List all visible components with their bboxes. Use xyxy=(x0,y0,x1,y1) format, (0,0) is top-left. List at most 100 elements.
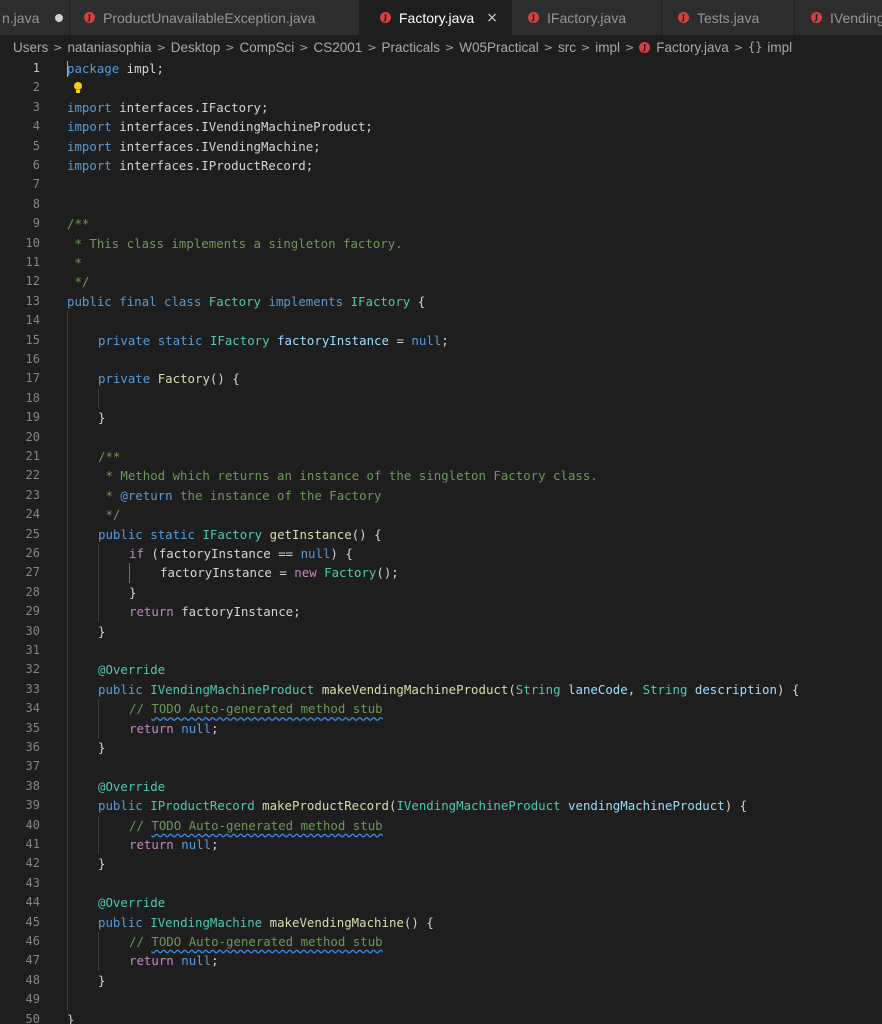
code-text[interactable]: */ xyxy=(98,505,120,524)
code-line-6: 6 import interfaces.IProductRecord; xyxy=(0,156,882,175)
code-text[interactable]: * Method which returns an instance of th… xyxy=(98,466,597,485)
code-line-25: 25 public static IFactory getInstance() … xyxy=(0,524,882,544)
code-text[interactable]: } xyxy=(98,971,105,990)
code-text[interactable]: } xyxy=(129,583,136,602)
breadcrumb-src[interactable]: src xyxy=(558,40,576,55)
close-icon[interactable]: × xyxy=(486,10,498,26)
code-text[interactable]: import interfaces.IFactory; xyxy=(67,98,268,117)
code-text[interactable]: * @return the instance of the Factory xyxy=(98,486,381,505)
breadcrumb-impl[interactable]: impl xyxy=(595,40,620,55)
code-line-1: 1 package impl; xyxy=(0,59,882,78)
code-text[interactable]: */ xyxy=(67,272,89,291)
code-text[interactable]: // TODO Auto-generated method stub xyxy=(129,699,383,718)
code-text[interactable]: if (factoryInstance == null) { xyxy=(129,544,353,563)
code-text[interactable]: import interfaces.IProductRecord; xyxy=(67,156,313,175)
tab-productunavailableexception[interactable]: J ProductUnavailableException.java xyxy=(70,0,360,35)
breadcrumb-file-label: Factory.java xyxy=(656,39,729,55)
chevron-right-icon: > xyxy=(225,40,235,54)
indent-guide xyxy=(67,485,68,506)
java-file-icon: J xyxy=(84,12,95,23)
code-text[interactable]: * xyxy=(67,253,81,272)
code-text[interactable]: import interfaces.IVendingMachine; xyxy=(67,137,321,156)
code-editor[interactable]: 1 package impl; 2 3 import interfaces.IF… xyxy=(0,59,882,1024)
line-number: 42 xyxy=(25,856,40,871)
line-number: 27 xyxy=(25,565,40,580)
tab-factory-java[interactable]: J Factory.java × xyxy=(360,0,512,35)
code-line-37: 37 xyxy=(0,757,882,777)
code-line-22: 22 * Method which returns an instance of… xyxy=(0,466,882,486)
code-text[interactable]: } xyxy=(98,738,105,757)
code-text[interactable]: public static IFactory getInstance() { xyxy=(98,525,382,544)
code-text[interactable]: } xyxy=(98,854,105,873)
breadcrumb-symbol-impl[interactable]: {} impl xyxy=(748,40,792,55)
lightbulb-icon[interactable] xyxy=(73,81,83,95)
tab-tests-java[interactable]: J Tests.java xyxy=(662,0,795,35)
code-line-50: 50 } xyxy=(0,1010,882,1024)
code-text[interactable]: // TODO Auto-generated method stub xyxy=(129,932,383,951)
code-text[interactable]: } xyxy=(98,622,105,641)
code-text[interactable]: public IProductRecord makeProductRecord(… xyxy=(98,796,747,815)
code-text[interactable]: /** xyxy=(67,214,89,233)
unsaved-dot-icon[interactable] xyxy=(55,13,64,22)
chevron-right-icon: > xyxy=(733,40,743,54)
indent-guide xyxy=(98,835,99,855)
code-text[interactable]: private Factory() { xyxy=(98,369,240,388)
line-number: 26 xyxy=(25,546,40,560)
code-text[interactable]: return null; xyxy=(129,719,219,738)
breadcrumb-w05practical[interactable]: W05Practical xyxy=(459,40,539,55)
code-line-34: 34 // TODO Auto-generated method stub xyxy=(0,699,882,719)
code-text[interactable]: import interfaces.IVendingMachineProduct… xyxy=(67,117,373,136)
code-text[interactable]: /** xyxy=(98,447,120,466)
line-number: 6 xyxy=(32,158,40,172)
breadcrumb-compsci[interactable]: CompSci xyxy=(240,40,295,55)
code-text[interactable]: return factoryInstance; xyxy=(129,602,301,621)
breadcrumb-factory-java[interactable]: J Factory.java xyxy=(639,40,729,55)
indent-guide xyxy=(98,815,99,835)
breadcrumb-users[interactable]: Users xyxy=(13,40,48,55)
code-text[interactable]: package impl; xyxy=(67,59,164,78)
indent-guide xyxy=(67,505,68,525)
code-line-45: 45 public IVendingMachine makeVendingMac… xyxy=(0,912,882,932)
line-number: 38 xyxy=(25,778,40,793)
code-text[interactable]: // TODO Auto-generated method stub xyxy=(129,816,383,835)
line-number: 18 xyxy=(25,390,40,405)
line-number: 40 xyxy=(25,817,40,832)
breadcrumb: Users > nataniasophia > Desktop > CompSci > … xyxy=(0,35,882,59)
code-line-36: 36 } xyxy=(0,738,882,758)
tab-label: IVending xyxy=(830,9,882,26)
code-text[interactable]: private static IFactory factoryInstance … xyxy=(98,331,449,350)
tab-ifactory-java[interactable]: J IFactory.java xyxy=(512,0,662,35)
chevron-right-icon: > xyxy=(445,40,455,54)
indent-guide xyxy=(98,582,99,603)
indent-guide xyxy=(67,427,68,447)
code-text[interactable]: return null; xyxy=(129,951,219,970)
code-text[interactable]: } xyxy=(98,408,105,427)
code-text[interactable]: public final class Factory implements IF… xyxy=(67,292,425,311)
code-text[interactable]: @Override xyxy=(98,777,165,796)
line-number: 12 xyxy=(25,274,40,289)
tab-n-java[interactable]: n.java xyxy=(0,0,70,35)
line-number: 24 xyxy=(25,507,40,522)
indent-guide xyxy=(67,815,68,835)
line-number: 33 xyxy=(25,681,40,696)
code-text[interactable]: public IVendingMachineProduct makeVendin… xyxy=(98,680,799,699)
line-number: 47 xyxy=(25,953,40,968)
tab-ivending[interactable]: J IVending xyxy=(795,0,882,35)
line-number: 48 xyxy=(25,972,40,987)
code-text[interactable]: public IVendingMachine makeVendingMachin… xyxy=(98,913,434,932)
chevron-right-icon: > xyxy=(581,40,591,54)
breadcrumb-desktop[interactable]: Desktop xyxy=(171,40,221,55)
code-line-39: 39 public IProductRecord makeProductReco… xyxy=(0,796,882,816)
line-number: 8 xyxy=(32,196,40,211)
breadcrumb-cs2001[interactable]: CS2001 xyxy=(314,40,363,55)
breadcrumb-nataniasophia[interactable]: nataniasophia xyxy=(67,40,151,55)
code-text[interactable]: factoryInstance = new Factory(); xyxy=(160,563,399,582)
code-text[interactable]: * This class implements a singleton fact… xyxy=(67,234,402,253)
code-text[interactable]: @Override xyxy=(98,893,165,912)
code-text[interactable]: } xyxy=(67,1010,74,1024)
code-line-20: 20 xyxy=(0,427,882,447)
line-number: 39 xyxy=(25,798,40,813)
code-text[interactable]: return null; xyxy=(129,835,219,854)
breadcrumb-practicals[interactable]: Practicals xyxy=(382,40,441,55)
code-text[interactable]: @Override xyxy=(98,660,165,679)
